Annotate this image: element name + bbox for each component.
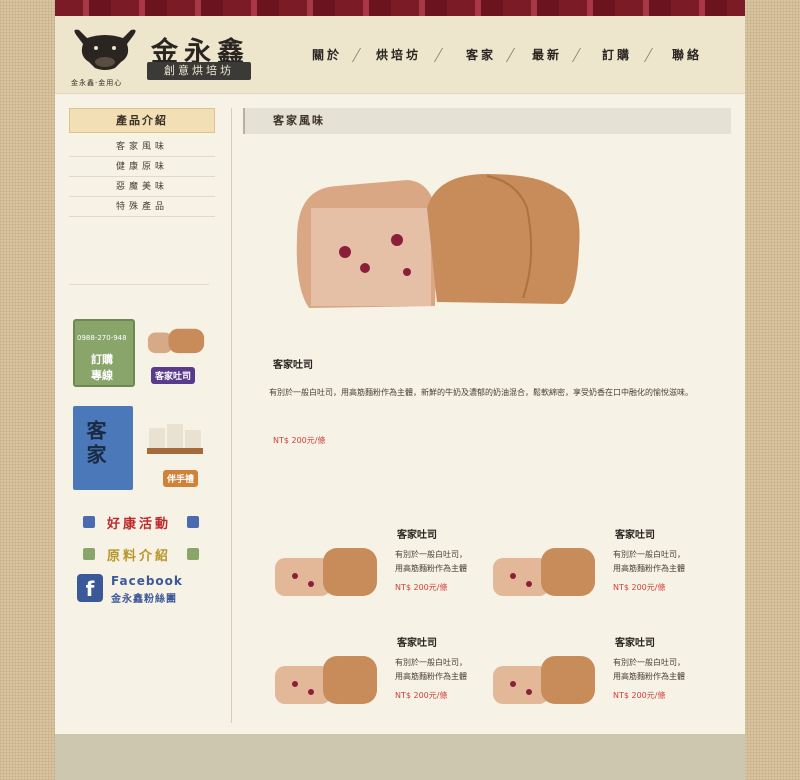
card-desc-line: 有別於一般白吐司， xyxy=(395,550,467,559)
order-text-2: 專線 xyxy=(91,369,113,382)
sidebar-divider xyxy=(69,284,209,285)
card-desc-line: 用高筋麵粉作為主體 xyxy=(395,564,467,573)
main-content: 客家風味 客家吐司 有別於一般白吐司，用高筋麵粉作為主體，新鮮的牛奶及濃郁的奶油… xyxy=(243,108,731,704)
hakka-card: 客家 xyxy=(73,406,133,490)
order-line-card: 0988-270-948 訂購 專線 xyxy=(73,319,135,387)
card-desc-line: 用高筋麵粉作為主體 xyxy=(613,564,685,573)
order-line-banner[interactable]: 0988-270-948 訂購 專線 客家吐司 xyxy=(73,319,209,391)
sidebar-item-hakka[interactable]: 客家風味 xyxy=(69,137,215,157)
card-desc-line: 有別於一般白吐司， xyxy=(395,658,467,667)
page-container: 金永鑫·金用心 金永鑫 創意烘培坊 關於 烘培坊 客家 最新 訂購 聯絡 產品介… xyxy=(55,16,745,780)
hakka-toast-badge: 客家吐司 xyxy=(151,367,196,384)
nav-separator xyxy=(433,48,444,62)
bread-thumbnail xyxy=(275,548,377,596)
card-product-name: 客家吐司 xyxy=(397,638,437,649)
featured-product-price: NT$ 200元/條 xyxy=(273,436,326,445)
bread-thumbnail xyxy=(493,548,595,596)
facebook-icon: f xyxy=(77,574,103,602)
facebook-title: Facebook xyxy=(111,574,183,588)
decorative-top-band xyxy=(55,0,745,16)
column-divider xyxy=(231,108,232,723)
sidebar-item-special[interactable]: 特殊產品 xyxy=(69,197,215,217)
ingredients-left-deco-icon xyxy=(83,548,95,560)
promo-banner[interactable]: 好康活動 xyxy=(77,512,205,534)
main-nav: 關於 烘培坊 客家 最新 訂購 聯絡 xyxy=(310,46,730,66)
nav-about[interactable]: 關於 xyxy=(312,46,342,63)
card-desc-line: 有別於一般白吐司， xyxy=(613,658,685,667)
card-product-price: NT$ 200元/條 xyxy=(395,691,448,700)
ingredients-right-deco-icon xyxy=(187,548,199,560)
featured-product-name: 客家吐司 xyxy=(273,360,313,371)
hakka-text: 客家 xyxy=(83,420,107,468)
sidebar: 產品介紹 客家風味 健康原味 惡魔美味 特殊產品 xyxy=(69,108,215,217)
site-footer xyxy=(55,734,745,780)
card-product-price: NT$ 200元/條 xyxy=(613,583,666,592)
facebook-subtitle: 金永鑫粉絲團 xyxy=(111,594,177,605)
nav-separator xyxy=(571,48,582,62)
card-desc-line: 用高筋麵粉作為主體 xyxy=(613,672,685,681)
bull-logo-icon[interactable] xyxy=(69,26,141,84)
card-desc-line: 有別於一般白吐司， xyxy=(613,550,685,559)
sidebar-item-healthy[interactable]: 健康原味 xyxy=(69,157,215,177)
logo-caption: 金永鑫·金用心 xyxy=(71,79,123,87)
nav-separator xyxy=(643,48,654,62)
nav-order[interactable]: 訂購 xyxy=(602,46,632,63)
card-product-desc: 有別於一般白吐司， 用高筋麵粉作為主體 xyxy=(395,656,505,684)
featured-product-description: 有別於一般白吐司，用高筋麵粉作為主體，新鮮的牛奶及濃郁的奶油混合，鬆軟綿密，享受… xyxy=(269,388,693,397)
card-product-price: NT$ 200元/條 xyxy=(395,583,448,592)
order-phone: 0988-270-948 xyxy=(77,334,127,342)
product-card[interactable]: 客家吐司 有別於一般白吐司， 用高筋麵粉作為主體 NT$ 200元/條 xyxy=(273,634,503,734)
hakka-gift-banner[interactable]: 客家 伴手禮 xyxy=(73,406,209,490)
order-text-1: 訂購 xyxy=(91,353,113,366)
facebook-banner[interactable]: f Facebook 金永鑫粉絲團 xyxy=(77,574,205,605)
nav-separator xyxy=(505,48,516,62)
nav-latest[interactable]: 最新 xyxy=(532,46,562,63)
souvenir-badge: 伴手禮 xyxy=(163,470,199,487)
site-header: 金永鑫·金用心 金永鑫 創意烘培坊 關於 烘培坊 客家 最新 訂購 聯絡 xyxy=(55,16,745,94)
bread-thumbnail xyxy=(275,656,377,704)
sidebar-title: 產品介紹 xyxy=(69,108,215,133)
sidebar-menu: 客家風味 健康原味 惡魔美味 特殊產品 xyxy=(69,137,215,217)
ingredients-label: 原料介紹 xyxy=(107,549,172,564)
nav-hakka[interactable]: 客家 xyxy=(466,46,496,63)
nav-contact[interactable]: 聯絡 xyxy=(672,46,702,63)
nav-separator xyxy=(351,48,362,62)
card-product-price: NT$ 200元/條 xyxy=(613,691,666,700)
promo-left-deco-icon xyxy=(83,516,95,528)
card-product-name: 客家吐司 xyxy=(615,638,655,649)
card-desc-line: 用高筋麵粉作為主體 xyxy=(395,672,467,681)
sidebar-item-devil[interactable]: 惡魔美味 xyxy=(69,177,215,197)
nav-bakery[interactable]: 烘培坊 xyxy=(376,46,421,63)
card-product-name: 客家吐司 xyxy=(397,530,437,541)
brand-tagline: 創意烘培坊 xyxy=(147,62,251,80)
promo-label: 好康活動 xyxy=(107,517,172,532)
card-product-desc: 有別於一般白吐司， 用高筋麵粉作為主體 xyxy=(395,548,505,576)
bread-thumb-icon xyxy=(147,328,205,354)
bread-thumbnail xyxy=(493,656,595,704)
section-title: 客家風味 xyxy=(243,108,731,134)
product-card[interactable]: 客家吐司 有別於一般白吐司， 用高筋麵粉作為主體 NT$ 200元/條 xyxy=(491,634,721,734)
featured-bread-image xyxy=(296,174,580,308)
product-card[interactable]: 客家吐司 有別於一般白吐司， 用高筋麵粉作為主體 NT$ 200元/條 xyxy=(273,526,503,626)
card-product-desc: 有別於一般白吐司， 用高筋麵粉作為主體 xyxy=(613,548,723,576)
card-product-name: 客家吐司 xyxy=(615,530,655,541)
card-product-desc: 有別於一般白吐司， 用高筋麵粉作為主體 xyxy=(613,656,723,684)
promo-right-deco-icon xyxy=(187,516,199,528)
product-card[interactable]: 客家吐司 有別於一般白吐司， 用高筋麵粉作為主體 NT$ 200元/條 xyxy=(491,526,721,626)
gift-box-icon xyxy=(147,424,203,454)
ingredients-banner[interactable]: 原料介紹 xyxy=(77,544,205,566)
